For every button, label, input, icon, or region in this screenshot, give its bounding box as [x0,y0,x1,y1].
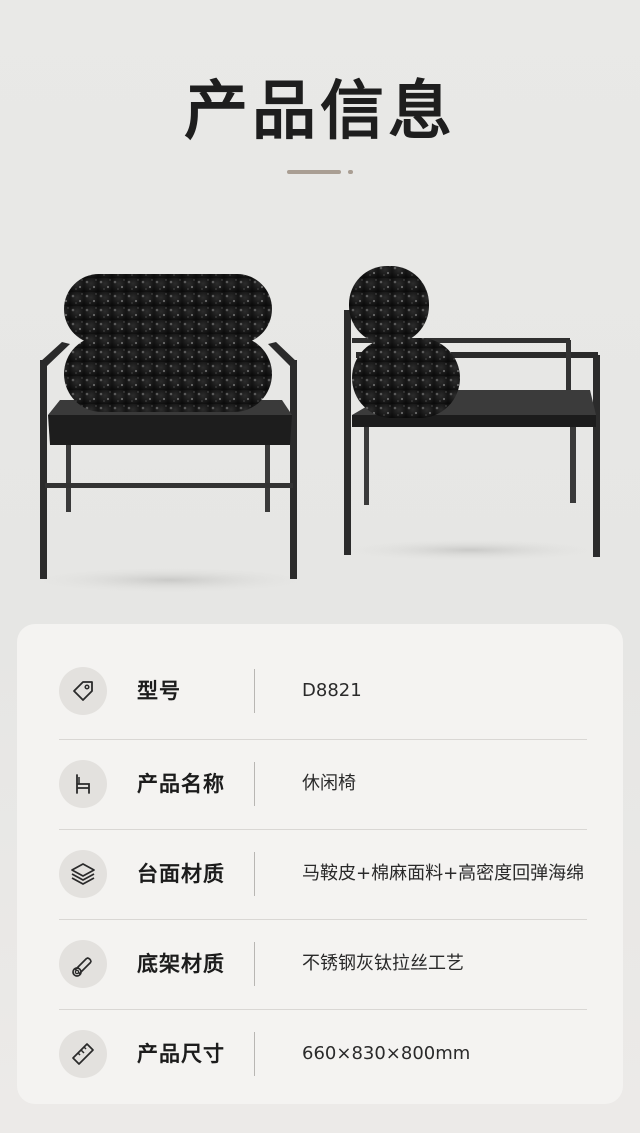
pipe-icon [59,940,107,988]
spec-label: 型号 [137,679,181,703]
spec-label: 底架材质 [137,952,225,976]
spec-row-model: 型号 D8821 [17,646,623,736]
spec-value: 休闲椅 [302,773,356,794]
divider-bar [287,170,341,174]
chair-front-view [20,274,320,594]
spec-separator [254,942,255,986]
spec-label: 台面材质 [137,862,225,886]
spec-value: 马鞍皮+棉麻面料+高密度回弹海绵 [302,863,585,884]
spec-value: 660×830×800mm [302,1043,471,1064]
spec-label: 产品尺寸 [137,1042,225,1066]
chair-photo [20,266,610,594]
spec-card: 型号 D8821 产品名称 休闲椅 台面材质 马鞍皮+棉麻面料+高密度回弹海绵 [17,624,623,1104]
tag-icon [59,667,107,715]
chair-icon [59,760,107,808]
spec-row-dimensions: 产品尺寸 660×830×800mm [17,1009,623,1099]
spec-separator [254,1032,255,1076]
layers-icon [59,850,107,898]
ruler-icon [59,1030,107,1078]
spec-value: 不锈钢灰钛拉丝工艺 [302,953,464,974]
spec-label: 产品名称 [137,772,225,796]
chair-side-view [330,266,610,562]
spec-value: D8821 [302,680,362,701]
spec-separator [254,669,255,713]
page-title: 产品信息 [184,75,456,149]
spec-separator [254,762,255,806]
divider-dot [348,170,353,174]
spec-separator [254,852,255,896]
spec-row-top-material: 台面材质 马鞍皮+棉麻面料+高密度回弹海绵 [17,829,623,919]
spec-row-name: 产品名称 休闲椅 [17,739,623,829]
spec-row-frame-material: 底架材质 不锈钢灰钛拉丝工艺 [17,919,623,1009]
